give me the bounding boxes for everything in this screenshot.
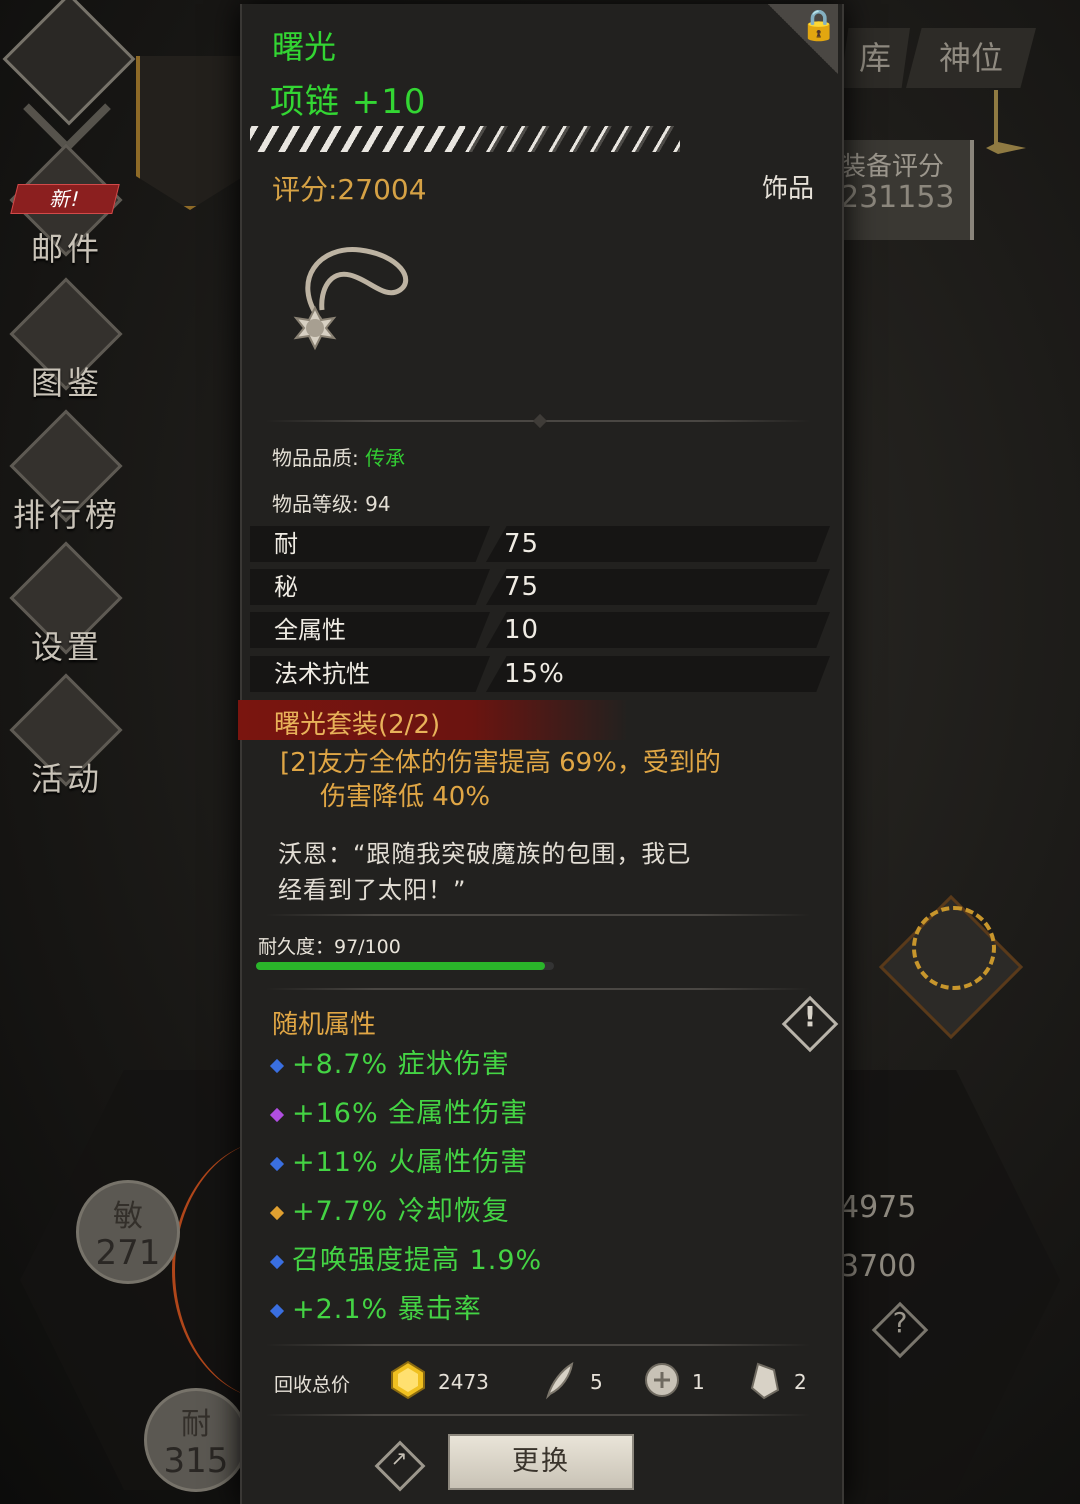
- gold-gem-icon: [391, 1360, 425, 1400]
- menu-label-events: 活动: [30, 760, 103, 798]
- attribute-key: 耐: [274, 530, 298, 558]
- flavor-quote: 沃恩：“跟随我突破魔族的包围，我已 经看到了太阳！”: [278, 836, 818, 908]
- divider: [266, 988, 810, 990]
- menu-label-ranking: 排行榜: [12, 496, 121, 534]
- affix-text: +8.7% 症状伤害: [292, 1049, 510, 1080]
- stat-value-b: 3700: [840, 1249, 917, 1284]
- affix-text: +2.1% 暴击率: [292, 1294, 482, 1325]
- divider: [266, 914, 810, 916]
- set-bonus-line: [2]友方全体的伤害提高 69%，受到的: [280, 748, 721, 778]
- random-attributes-title: 随机属性: [272, 1010, 377, 1040]
- flavor-quote-line: 沃恩：“跟随我突破魔族的包围，我已: [278, 840, 692, 868]
- share-icon: ↗: [390, 1446, 408, 1470]
- affix-text: +7.7% 冷却恢复: [292, 1196, 510, 1227]
- menu-label-codex: 图鉴: [30, 364, 103, 402]
- attribute-row: 全属性 10: [250, 612, 830, 648]
- affix-gem-icon: [269, 1107, 285, 1122]
- random-affix: +2.1% 暴击率: [269, 1287, 482, 1326]
- durability-fill: [256, 962, 546, 970]
- durability-label: 耐久度：97/100: [258, 936, 401, 958]
- random-affix: +8.7% 症状伤害: [269, 1042, 510, 1081]
- rune-stone-icon: [645, 1363, 679, 1397]
- menu-item-events[interactable]: 活动: [0, 673, 140, 800]
- random-affix: 召唤强度提高 1.9%: [269, 1238, 543, 1277]
- stat-key-endurance: 耐: [181, 1407, 211, 1442]
- new-badge: 新!: [10, 184, 120, 214]
- equipment-score-panel: 装备评分 231153: [836, 140, 974, 240]
- right-stats: 4975 3700: [840, 1190, 916, 1284]
- stat-circle-agility: 敏 271: [76, 1180, 180, 1284]
- item-quality-value: 传承: [365, 446, 406, 470]
- item-quality: 物品品质: 传承: [272, 442, 405, 471]
- replace-button[interactable]: 更换: [448, 1434, 634, 1490]
- attribute-row: 法术抗性 15%: [250, 656, 830, 692]
- attribute-value: 75: [504, 529, 540, 559]
- item-quality-label: 物品品质:: [272, 446, 366, 470]
- attribute-value: 10: [504, 615, 540, 645]
- attribute-row: 秘 75: [250, 569, 830, 605]
- recycle-amount: 5: [590, 1370, 603, 1394]
- help-icon: ?: [892, 1306, 908, 1339]
- item-type: 饰品: [762, 174, 815, 204]
- item-subtitle: 项链 +10: [270, 82, 427, 122]
- equipment-score-title: 装备评分: [840, 152, 945, 182]
- equipment-score-value: 231153: [840, 180, 955, 215]
- set-bonus: [2]友方全体的伤害提高 69%，受到的 伤害降低 40%: [280, 746, 820, 814]
- flag-pole: [994, 90, 998, 150]
- item-score: 评分:27004: [272, 173, 427, 206]
- exclamation-icon: !: [803, 1000, 817, 1033]
- attribute-key: 全属性: [274, 616, 346, 644]
- attribute-value: 75: [504, 572, 540, 602]
- tab-storage[interactable]: 库: [840, 28, 910, 88]
- affix-text: +11% 火属性伤害: [292, 1147, 529, 1178]
- feather-icon: [545, 1362, 574, 1400]
- affix-text: +16% 全属性伤害: [292, 1098, 529, 1129]
- durability-bar: [256, 962, 554, 970]
- enhance-progress-bar: [250, 126, 680, 152]
- recycle-amount: 2473: [438, 1370, 489, 1394]
- set-bonus-line: 伤害降低 40%: [320, 782, 491, 812]
- affix-gem-icon: [269, 1205, 285, 1220]
- item-level: 物品等级: 94: [272, 492, 391, 516]
- recycle-amount: 1: [692, 1370, 705, 1394]
- flavor-quote-line: 经看到了太阳！”: [278, 876, 467, 904]
- menu-item-ranking[interactable]: 排行榜: [0, 409, 140, 536]
- affix-gem-icon: [269, 1303, 285, 1318]
- stat-key-agility: 敏: [113, 1199, 143, 1234]
- menu-label-mail: 邮件: [30, 230, 103, 268]
- set-title: 曙光套装(2/2): [274, 710, 441, 740]
- recycle-label: 回收总价: [274, 1374, 351, 1396]
- stat-value-a: 4975: [840, 1190, 917, 1225]
- attribute-key: 法术抗性: [274, 660, 370, 688]
- lock-icon[interactable]: 🔒: [800, 8, 837, 43]
- random-affix: +11% 火属性伤害: [269, 1140, 529, 1179]
- divider: [266, 1414, 810, 1416]
- necklace-icon: [293, 247, 409, 351]
- recycle-amount: 2: [794, 1370, 807, 1394]
- tab-divine-seat[interactable]: 神位: [906, 28, 1036, 88]
- enhance-progress-remaining: [465, 126, 680, 152]
- attribute-key: 秘: [274, 573, 298, 601]
- stat-value-endurance: 315: [163, 1441, 229, 1481]
- item-name: 曙光: [272, 28, 337, 66]
- random-affix: +7.7% 冷却恢复: [269, 1189, 510, 1228]
- top-tabs: 库 神位: [840, 28, 1040, 88]
- random-affix: +16% 全属性伤害: [269, 1091, 529, 1130]
- menu-item-settings[interactable]: 设置: [0, 541, 140, 668]
- affix-gem-icon: [269, 1254, 285, 1269]
- stat-circle-endurance: 耐 315: [144, 1388, 248, 1492]
- menu-item-codex[interactable]: 图鉴: [0, 277, 140, 404]
- menu-label-settings: 设置: [30, 628, 103, 666]
- crystal-shard-icon: [750, 1362, 780, 1400]
- attribute-row: 耐 75: [250, 526, 830, 562]
- affix-gem-icon: [269, 1156, 285, 1171]
- stat-value-agility: 271: [95, 1233, 161, 1273]
- divider: [266, 1344, 810, 1346]
- affix-gem-icon: [269, 1058, 285, 1073]
- affix-text: 召唤强度提高 1.9%: [292, 1245, 543, 1276]
- attribute-value: 15%: [504, 659, 565, 689]
- left-menu: 邮件 新! 图鉴 排行榜 设置 活动: [0, 0, 140, 820]
- emblem-halo: [912, 906, 996, 990]
